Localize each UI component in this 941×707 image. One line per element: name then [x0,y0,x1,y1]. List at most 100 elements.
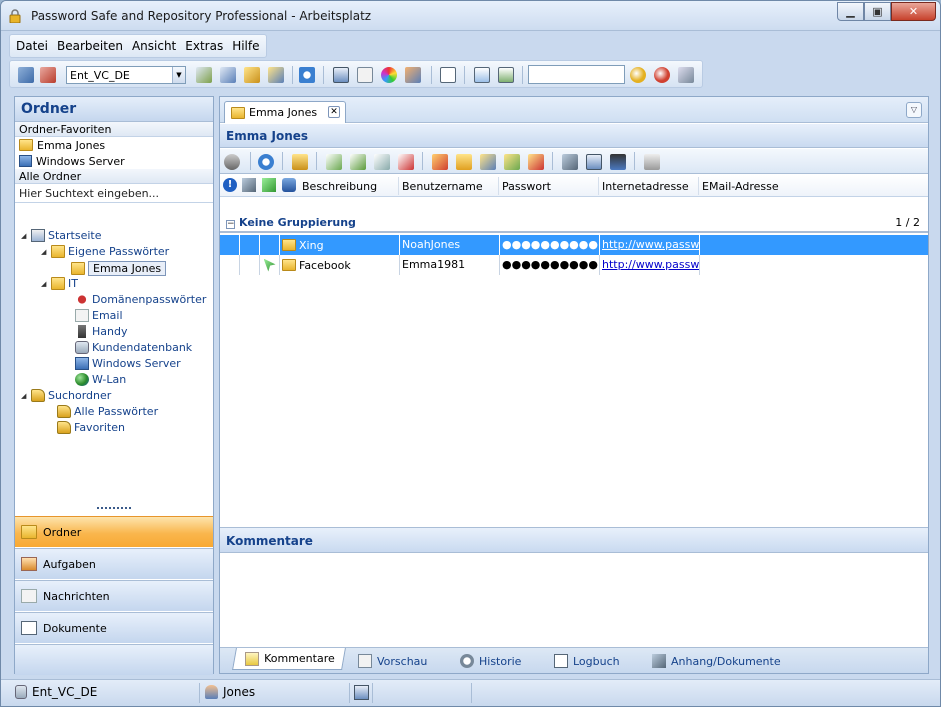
content-pane: Emma Jones ✕ ▽ Emma Jones ! Beschreibung… [219,96,929,674]
menu-extras[interactable]: Extras [179,35,226,57]
status-bar: Ent_VC_DE Jones [1,679,940,706]
tree-node-kundendatenbank[interactable]: Kundendatenbank [75,341,192,354]
group-row[interactable]: − Keine Gruppierung 1 / 2 [220,213,928,233]
user-key-icon[interactable] [268,67,284,83]
nav-aufgaben[interactable]: Aufgaben [15,548,213,579]
menu-bearbeiten[interactable]: Bearbeiten [51,35,126,57]
print-icon[interactable] [644,154,660,170]
tab-kommentare[interactable]: Kommentare [232,648,346,670]
tree-node-w-lan[interactable]: W-Lan [75,373,126,386]
nav-ordner[interactable]: Ordner [15,516,213,547]
folder-icon [71,262,85,275]
benutzername-cell: Emma1981 [400,255,500,275]
url-link[interactable]: http://www.passwo [602,238,699,251]
column-internetadresse[interactable]: Internetadresse [602,180,689,193]
tree-node-startseite[interactable]: ◢ Startseite [21,229,102,242]
table-row[interactable]: Xing NoahJones ●●●●●●●●●● http://www.pas… [220,235,928,255]
favorite-item[interactable]: Emma Jones [15,137,213,153]
close-button[interactable]: ✕ [891,2,936,21]
column-passwort[interactable]: Passwort [502,180,551,193]
search-clear-icon[interactable] [654,67,670,83]
tree-label: Handy [92,325,128,338]
column-beschreibung[interactable]: Beschreibung [302,180,377,193]
disconnect-icon[interactable] [40,67,56,83]
type-column-icon[interactable] [282,178,296,192]
color-icon[interactable] [381,67,397,83]
form-edit-icon[interactable] [498,67,514,83]
advanced-search-icon[interactable] [678,67,694,83]
list-icon[interactable] [357,67,373,83]
tab-vorschau[interactable]: Vorschau [358,651,427,671]
tab-historie[interactable]: Historie [460,651,521,671]
folder-permissions-icon[interactable] [480,154,496,170]
tree-label: Email [92,309,123,322]
database-select[interactable]: Ent_VC_DE ▼ [66,66,186,84]
tree-node-emma-jones[interactable]: Emma Jones [71,261,167,276]
nav-nachrichten[interactable]: Nachrichten [15,580,213,611]
internetadresse-cell[interactable]: http://www.passwo [600,255,700,275]
comments-area[interactable] [220,554,928,646]
nav-dokumente[interactable]: Dokumente [15,612,213,643]
search-icon[interactable] [630,67,646,83]
priority-column-icon[interactable]: ! [223,178,237,192]
url-link[interactable]: http://www.passwo [602,258,699,271]
minimize-button[interactable]: ▁ [837,2,864,21]
tab-anhang-dokumente[interactable]: Anhang/Dokumente [652,651,781,671]
form-icon[interactable] [474,67,490,83]
properties-icon[interactable] [244,67,260,83]
tree-node-it[interactable]: ◢ IT [41,277,78,290]
tree-node-suchordner[interactable]: ◢ Suchordner [21,389,111,402]
menu-hilfe[interactable]: Hilfe [226,35,265,57]
new-entry-icon[interactable] [326,154,342,170]
refresh-icon[interactable] [299,67,315,83]
column-benutzername[interactable]: Benutzername [402,180,483,193]
lock-icon[interactable] [292,154,308,170]
folder-edit-icon[interactable] [456,154,472,170]
document-icon[interactable] [440,67,456,83]
view-icon[interactable] [224,154,240,170]
splitter-grip[interactable] [97,507,131,510]
panel-title: Emma Jones [220,124,928,148]
maximize-button[interactable]: ▣ [864,2,891,21]
new-entry-icon[interactable] [196,67,212,83]
attachment-icon[interactable] [562,154,578,170]
connect-icon[interactable] [18,67,34,83]
link-column-icon[interactable] [262,178,276,192]
favorite-item[interactable]: Windows Server [15,153,213,169]
folder-new-icon[interactable] [432,154,448,170]
edit-entry-icon[interactable] [220,67,236,83]
tree-node-domaenenpasswoerter[interactable]: Domänenpasswörter [75,293,206,306]
tab-emma-jones[interactable]: Emma Jones ✕ [224,101,346,123]
tree-node-eigene-passwoerter[interactable]: ◢ Eigene Passwörter [41,245,169,258]
window-icon[interactable] [333,67,349,83]
tree-node-alle-passwoerter[interactable]: Alle Passwörter [57,405,158,418]
tree-node-handy[interactable]: Handy [75,325,127,338]
status-sync[interactable] [354,685,369,700]
column-email-adresse[interactable]: EMail-Adresse [702,180,779,193]
menu-ansicht[interactable]: Ansicht [126,35,179,57]
refresh-icon[interactable] [258,154,274,170]
tab-list-dropdown-icon[interactable]: ▽ [906,102,922,118]
internetadresse-cell[interactable]: http://www.passwo [600,235,700,255]
link-cell [260,255,280,275]
users-icon[interactable] [405,67,421,83]
collapse-icon[interactable]: − [226,220,235,229]
tree-node-windows-server[interactable]: Windows Server [75,357,181,370]
tree-node-favoriten[interactable]: Favoriten [57,421,125,434]
table-row[interactable]: Facebook Emma1981 ●●●●●●●●●● http://www.… [220,255,928,275]
copy-entry-icon[interactable] [374,154,390,170]
delete-entry-icon[interactable] [398,154,414,170]
toolbar-separator [552,152,553,170]
tab-close-icon[interactable]: ✕ [328,106,340,118]
toolbar-search-input[interactable] [528,65,625,84]
attachment-column-icon[interactable] [242,178,256,192]
tree-node-email[interactable]: Email [75,309,123,322]
window-icon[interactable] [586,154,602,170]
folder-move-icon[interactable] [504,154,520,170]
folder-search-input[interactable]: Hier Suchtext eingeben... [15,184,213,203]
monitor-icon[interactable] [610,154,626,170]
edit-entry-icon[interactable] [350,154,366,170]
tab-logbuch[interactable]: Logbuch [554,651,620,671]
menu-datei[interactable]: Datei [10,35,51,57]
folder-delete-icon[interactable] [528,154,544,170]
